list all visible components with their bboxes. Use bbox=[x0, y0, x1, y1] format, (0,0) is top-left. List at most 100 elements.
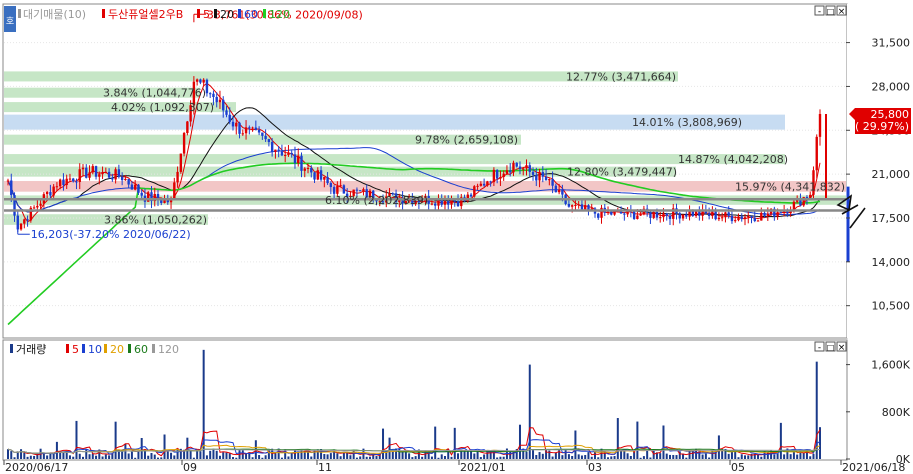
volume-bar bbox=[153, 454, 156, 459]
candle-body bbox=[535, 174, 538, 181]
volume-bar bbox=[538, 452, 541, 459]
candle-body bbox=[512, 162, 515, 173]
candle-body bbox=[81, 167, 85, 170]
volume-bar bbox=[453, 427, 456, 459]
candle-body bbox=[120, 176, 124, 181]
minimize-label: - bbox=[818, 7, 821, 17]
candle-body bbox=[779, 212, 783, 214]
price-panel-buttons: - □ × bbox=[814, 5, 847, 17]
volume-bar bbox=[685, 457, 688, 459]
candle-body bbox=[62, 179, 65, 186]
volume-bar bbox=[743, 455, 746, 459]
price-tick-label: 21,000 bbox=[872, 168, 911, 181]
candle-body bbox=[482, 183, 486, 186]
candle-body bbox=[303, 168, 306, 171]
candle-body bbox=[290, 152, 293, 155]
volume-bar bbox=[95, 455, 98, 459]
volume-bar bbox=[483, 454, 486, 459]
candle-body bbox=[94, 166, 98, 177]
volume-bar bbox=[414, 456, 417, 459]
candle-body bbox=[310, 167, 313, 173]
volume-bar bbox=[55, 441, 58, 459]
candle-body bbox=[225, 110, 228, 115]
volume-bar bbox=[473, 453, 476, 459]
candle-body bbox=[685, 214, 688, 217]
candle-body bbox=[101, 172, 104, 175]
candle-body bbox=[636, 215, 639, 219]
volume-bar bbox=[13, 457, 16, 459]
candle-body bbox=[743, 217, 747, 219]
candle-body bbox=[655, 211, 659, 218]
ma120-swatch bbox=[263, 9, 266, 18]
volume-bar bbox=[571, 455, 574, 459]
volume-bar bbox=[157, 457, 160, 459]
volume-bar bbox=[701, 454, 704, 459]
candle-body bbox=[332, 187, 336, 194]
supply-zone-label: 12.77% (3,471,664) bbox=[566, 70, 676, 83]
vma120-swatch bbox=[152, 344, 155, 353]
candle-body bbox=[267, 139, 271, 143]
legend-ma60: 60 bbox=[244, 8, 258, 21]
volume-bar bbox=[49, 453, 52, 459]
volume-bar bbox=[290, 452, 293, 459]
volume-bar bbox=[597, 457, 600, 459]
volume-bar bbox=[642, 456, 645, 459]
candle-body bbox=[88, 172, 91, 178]
volume-bar bbox=[10, 451, 13, 459]
volume-bar bbox=[479, 457, 482, 459]
legend-ma20: 20 bbox=[220, 8, 234, 21]
candle-body bbox=[597, 213, 600, 218]
volume-bar bbox=[796, 454, 799, 459]
candle-body bbox=[244, 127, 248, 134]
candle-body bbox=[297, 155, 300, 164]
candle-body bbox=[747, 215, 750, 218]
candle-body bbox=[202, 79, 205, 83]
vma5-swatch bbox=[66, 344, 69, 353]
date-tick-label: 03 bbox=[588, 461, 602, 474]
volume-bar bbox=[532, 450, 535, 459]
candle-body bbox=[584, 205, 587, 210]
volume-bar bbox=[212, 448, 215, 459]
candle-body bbox=[574, 204, 577, 206]
volume-bar bbox=[127, 453, 130, 459]
volume-bar bbox=[225, 452, 228, 459]
candle-body bbox=[766, 213, 770, 216]
volume-bar bbox=[616, 418, 619, 459]
volume-bar bbox=[130, 451, 133, 459]
volume-bar bbox=[121, 450, 124, 459]
volume-bar bbox=[659, 453, 662, 459]
volume-bar bbox=[20, 449, 23, 459]
candle-body bbox=[65, 178, 68, 186]
candle-body bbox=[818, 113, 822, 137]
date-tick-label: 09 bbox=[183, 461, 197, 474]
volume-bar bbox=[209, 450, 212, 459]
candle-body bbox=[486, 181, 489, 186]
candle-body bbox=[662, 213, 665, 218]
candle-body bbox=[776, 212, 779, 217]
candle-body bbox=[277, 149, 280, 152]
volume-bar bbox=[23, 452, 26, 459]
candle-body bbox=[538, 171, 541, 181]
volume-bar bbox=[274, 453, 277, 459]
legend-ma5: 5 bbox=[203, 8, 210, 21]
volume-bar bbox=[639, 457, 642, 459]
volume-bar bbox=[629, 455, 632, 459]
volume-bar bbox=[258, 455, 261, 459]
candle-body bbox=[283, 154, 287, 156]
volume-bar bbox=[29, 455, 32, 459]
legend-vma10: 10 bbox=[88, 343, 102, 356]
volume-bar bbox=[776, 453, 779, 459]
candle-body bbox=[127, 178, 130, 185]
legend-vma60: 60 bbox=[134, 343, 148, 356]
candle-body bbox=[587, 205, 590, 210]
candle-body bbox=[23, 219, 26, 224]
volume-bar bbox=[241, 450, 244, 459]
ma60-swatch bbox=[238, 9, 241, 18]
candle-body bbox=[492, 169, 496, 183]
supply-zone-label: 3.86% (1,050,262) bbox=[104, 214, 207, 227]
candle-body bbox=[567, 203, 571, 207]
volume-bar bbox=[502, 456, 505, 459]
candle-body bbox=[665, 213, 668, 216]
volume-bar bbox=[329, 453, 332, 459]
stock-chart-canvas: 31,50028,00024,50021,00017,50014,00010,5… bbox=[2, 3, 911, 474]
